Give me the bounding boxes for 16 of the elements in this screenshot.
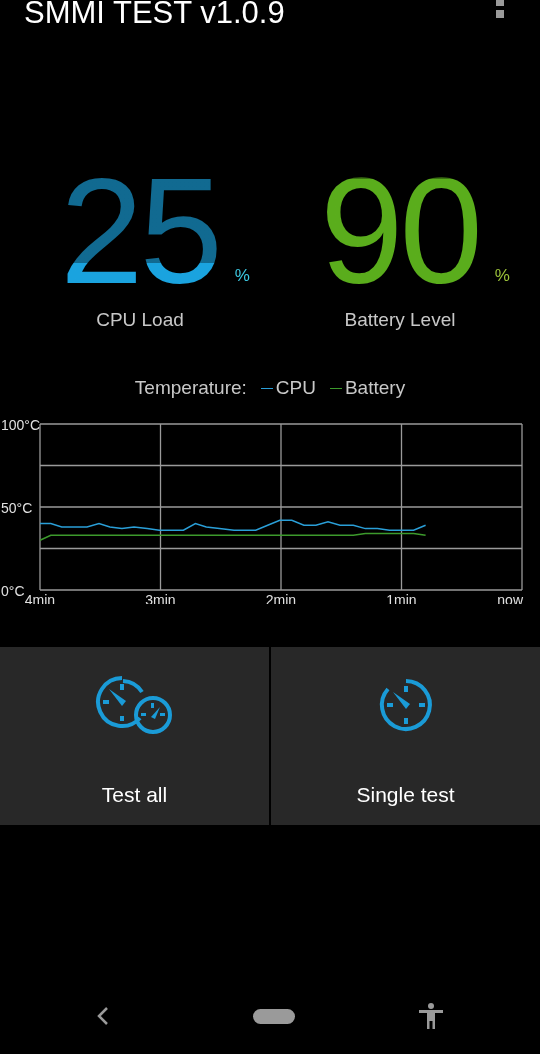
app-title: SMMI TEST v1.0.9 [24,0,285,32]
gauge-label: CPU Load [95,308,185,332]
accessibility-icon[interactable] [418,1002,444,1030]
legend-entry: Battery [329,373,406,403]
home-pill[interactable] [253,1008,295,1024]
legend-title: Temperature: [134,375,247,400]
back-icon[interactable] [96,1006,110,1026]
percent-sign: % [234,264,250,287]
percent-sign: % [494,264,510,287]
legend-entry: CPU [260,373,316,403]
y-tick-label: 100°C [1,417,41,433]
test-button[interactable]: Single test [271,647,540,825]
y-tick-label: 50°C [1,500,33,516]
y-tick-label: 0°C [1,583,25,599]
test-button[interactable]: Test all [0,647,269,825]
gauge-label: Battery Level [343,308,457,332]
